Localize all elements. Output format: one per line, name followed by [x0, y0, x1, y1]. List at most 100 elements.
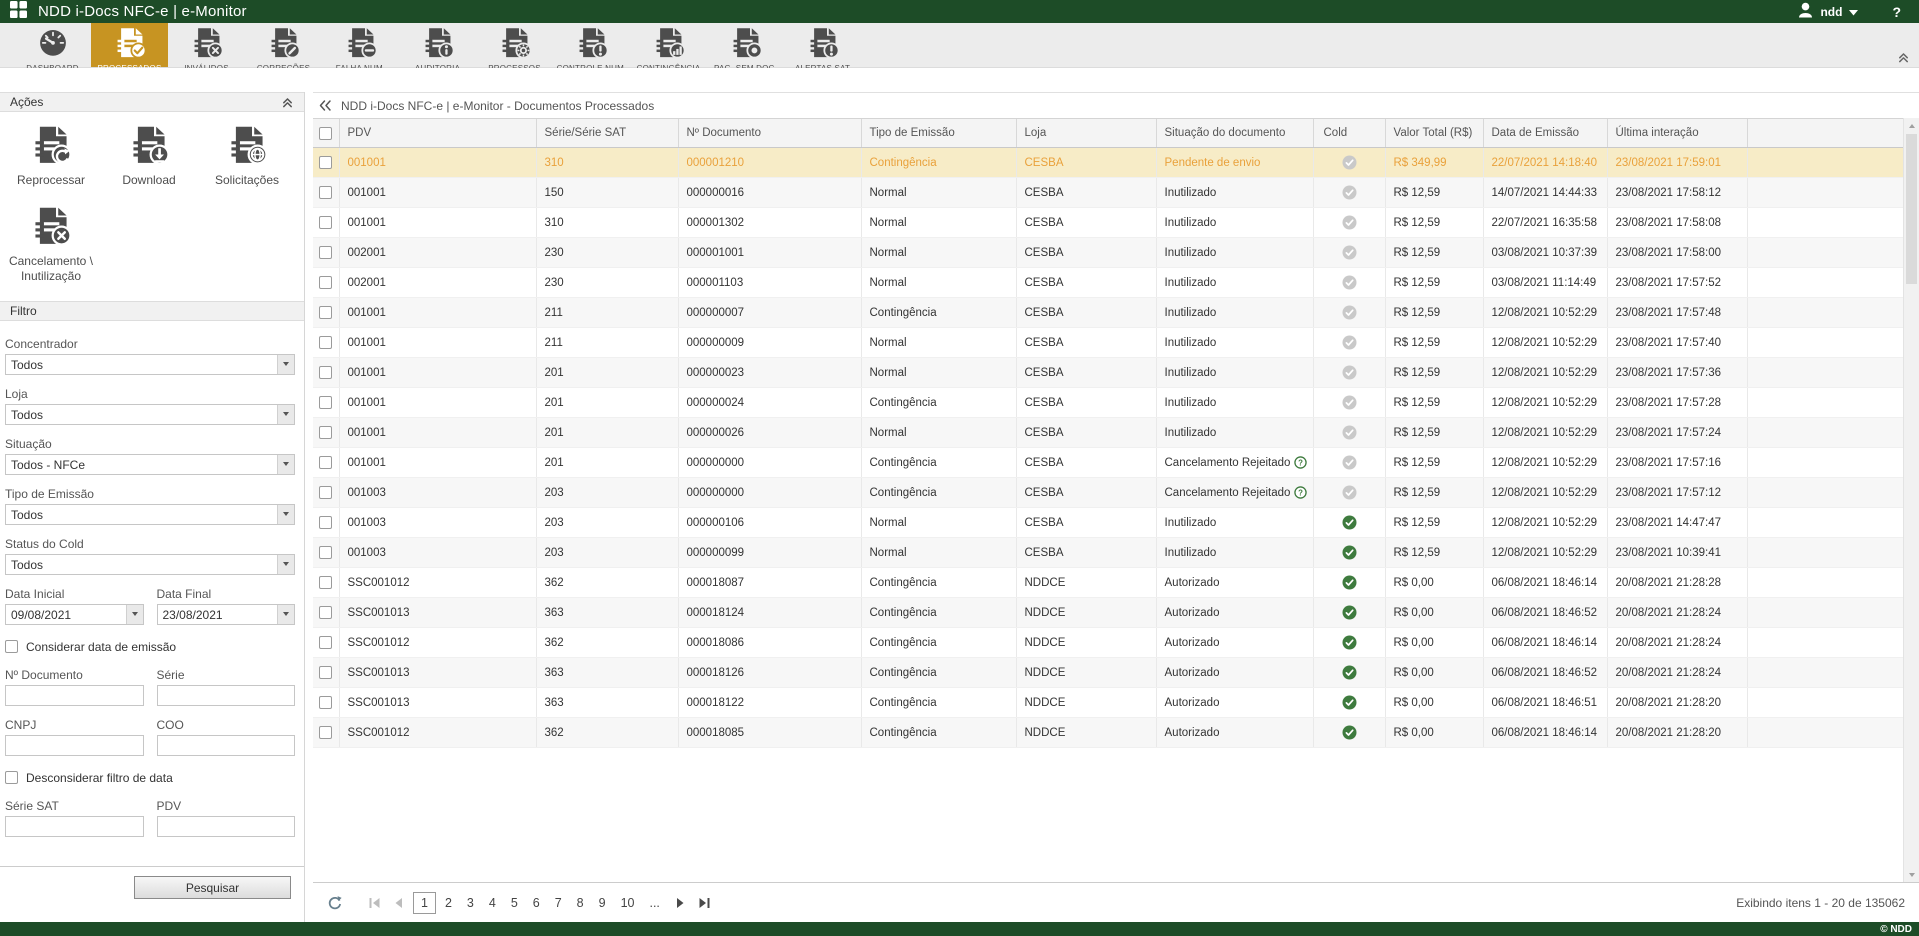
checkbox-box[interactable]	[5, 771, 18, 784]
column-header-cold[interactable]: Cold	[1313, 119, 1385, 148]
column-header-tipo-de-emissao[interactable]: Tipo de Emissão	[861, 119, 1016, 148]
scrollbar-thumb[interactable]	[1906, 134, 1917, 284]
toolbar-item-contingencia[interactable]: CONTINGÊNCIA	[630, 23, 707, 67]
chevron-down-icon[interactable]	[277, 455, 294, 474]
page-link[interactable]: 8	[571, 893, 590, 913]
table-row[interactable]: 001001201000000024ContingênciaCESBAInuti…	[313, 388, 1903, 418]
scroll-up-icon[interactable]	[1904, 118, 1919, 133]
table-row[interactable]: SSC001013363000018124ContingênciaNDDCEAu…	[313, 598, 1903, 628]
input-serie[interactable]	[157, 685, 296, 706]
page-link[interactable]: 7	[549, 893, 568, 913]
column-header-valor-total-r[interactable]: Valor Total (R$)	[1385, 119, 1483, 148]
toolbar-item-processos[interactable]: PROCESSOS	[476, 23, 553, 67]
checkbox-box[interactable]	[5, 640, 18, 653]
row-checkbox[interactable]	[319, 696, 332, 709]
table-row[interactable]: 001001201000000000ContingênciaCESBACance…	[313, 448, 1903, 478]
checkbox-desconsiderar-filtro-de-data[interactable]: Desconsiderar filtro de data	[5, 771, 295, 785]
scroll-down-icon[interactable]	[1904, 867, 1919, 882]
table-row[interactable]: 002001230000001103NormalCESBAInutilizado…	[313, 268, 1903, 298]
column-header-situacao-do-documento[interactable]: Situação do documento	[1156, 119, 1313, 148]
row-checkbox[interactable]	[319, 546, 332, 559]
row-checkbox[interactable]	[319, 276, 332, 289]
input-cnpj[interactable]	[5, 735, 144, 756]
input-n-documento[interactable]	[5, 685, 144, 706]
page-link[interactable]: 2	[439, 893, 458, 913]
column-header-serie-serie-sat[interactable]: Série/Série SAT	[536, 119, 678, 148]
actions-collapse-icon[interactable]	[281, 96, 294, 109]
table-row[interactable]: 001001211000000009NormalCESBAInutilizado…	[313, 328, 1903, 358]
table-row[interactable]: 001003203000000000ContingênciaCESBACance…	[313, 478, 1903, 508]
table-row[interactable]: 001001150000000016NormalCESBAInutilizado…	[313, 178, 1903, 208]
sidebar-collapse-icon[interactable]	[318, 99, 332, 112]
input-serie-sat[interactable]	[5, 816, 144, 837]
select-loja[interactable]: Todos	[5, 404, 295, 425]
table-row[interactable]: SSC001013363000018122ContingênciaNDDCEAu…	[313, 688, 1903, 718]
vertical-scrollbar[interactable]	[1903, 118, 1919, 882]
current-page[interactable]: 1	[413, 892, 436, 914]
toolbar-item-dashboard[interactable]: DASHBOARD	[14, 23, 91, 67]
toolbar-item-auditoria[interactable]: AUDITORIA	[399, 23, 476, 67]
toolbar-item-controle-num[interactable]: CONTROLE NUM.	[553, 23, 630, 67]
refresh-icon[interactable]	[327, 895, 342, 910]
page-link[interactable]: 9	[593, 893, 612, 913]
table-row[interactable]: 001003203000000106NormalCESBAInutilizado…	[313, 508, 1903, 538]
row-checkbox[interactable]	[319, 336, 332, 349]
help-icon[interactable]: ?	[1294, 456, 1307, 469]
toolbar-item-falha-num[interactable]: FALHA NUM.	[322, 23, 399, 67]
prev-page-button[interactable]	[388, 892, 410, 914]
select-concentrador[interactable]: Todos	[5, 354, 295, 375]
app-logo-grid-icon[interactable]	[10, 1, 27, 23]
chevron-down-icon[interactable]	[126, 605, 143, 624]
row-checkbox[interactable]	[319, 666, 332, 679]
table-row[interactable]: 001001201000000023NormalCESBAInutilizado…	[313, 358, 1903, 388]
select-situacao[interactable]: Todos - NFCe	[5, 454, 295, 475]
chevron-down-icon[interactable]	[277, 555, 294, 574]
action-cancelamento-inutilizacao[interactable]: Cancelamento \ Inutilização	[2, 205, 100, 285]
row-checkbox[interactable]	[319, 576, 332, 589]
checkbox-considerar-data-de-emissao[interactable]: Considerar data de emissão	[5, 640, 295, 654]
chevron-down-icon[interactable]	[277, 355, 294, 374]
row-checkbox[interactable]	[319, 396, 332, 409]
toolbar-item-correcoes[interactable]: CORREÇÕES	[245, 23, 322, 67]
last-page-button[interactable]	[694, 892, 716, 914]
user-menu[interactable]: ndd	[1798, 2, 1858, 21]
chevron-down-icon[interactable]	[277, 605, 294, 624]
select-all-header[interactable]	[313, 119, 339, 148]
row-checkbox[interactable]	[319, 726, 332, 739]
table-row[interactable]: 002001230000001001NormalCESBAInutilizado…	[313, 238, 1903, 268]
row-checkbox[interactable]	[319, 516, 332, 529]
select-status-do-cold[interactable]: Todos	[5, 554, 295, 575]
chevron-down-icon[interactable]	[277, 405, 294, 424]
row-checkbox[interactable]	[319, 636, 332, 649]
first-page-button[interactable]	[363, 892, 385, 914]
input-pdv[interactable]	[157, 816, 296, 837]
column-header-n-documento[interactable]: Nº Documento	[678, 119, 861, 148]
row-checkbox[interactable]	[319, 186, 332, 199]
toolbar-item-alertas-sat[interactable]: ALERTAS SAT	[784, 23, 861, 67]
next-page-button[interactable]	[669, 892, 691, 914]
row-checkbox[interactable]	[319, 246, 332, 259]
row-checkbox[interactable]	[319, 456, 332, 469]
table-row[interactable]: SSC001012362000018085ContingênciaNDDCEAu…	[313, 718, 1903, 748]
column-header-loja[interactable]: Loja	[1016, 119, 1156, 148]
row-checkbox[interactable]	[319, 606, 332, 619]
help-icon[interactable]: ?	[1294, 486, 1307, 499]
row-checkbox[interactable]	[319, 486, 332, 499]
table-row[interactable]: SSC001012362000018087ContingênciaNDDCEAu…	[313, 568, 1903, 598]
toolbar-item-pag-sem-doc[interactable]: PAG. SEM DOC.	[707, 23, 784, 67]
action-reprocessar[interactable]: Reprocessar	[2, 124, 100, 189]
table-row[interactable]: SSC001012362000018086ContingênciaNDDCEAu…	[313, 628, 1903, 658]
row-checkbox[interactable]	[319, 426, 332, 439]
page-link[interactable]: 3	[461, 893, 480, 913]
table-row[interactable]: SSC001013363000018126ContingênciaNDDCEAu…	[313, 658, 1903, 688]
select-data-final[interactable]: 23/08/2021	[157, 604, 296, 625]
row-checkbox[interactable]	[319, 216, 332, 229]
select-all-checkbox[interactable]	[319, 127, 332, 140]
table-row[interactable]: 001001310000001210ContingênciaCESBAPende…	[313, 148, 1903, 178]
help-button[interactable]: ?	[1892, 4, 1901, 20]
input-coo[interactable]	[157, 735, 296, 756]
chevron-down-icon[interactable]	[277, 505, 294, 524]
toolbar-item-processados[interactable]: PROCESSADOS	[91, 23, 168, 67]
page-link[interactable]: 6	[527, 893, 546, 913]
table-row[interactable]: 001001211000000007ContingênciaCESBAInuti…	[313, 298, 1903, 328]
